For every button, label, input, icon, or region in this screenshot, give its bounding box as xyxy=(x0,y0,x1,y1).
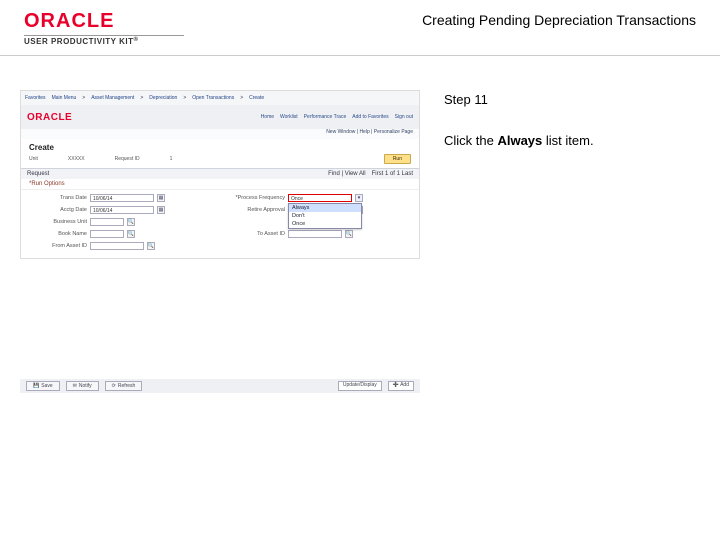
breadcrumb-item[interactable]: Favorites xyxy=(25,95,46,101)
business-unit-field: Business Unit 🔍 xyxy=(27,218,215,226)
topnav-signout[interactable]: Sign out xyxy=(395,114,413,120)
step-label: Step 11 xyxy=(444,90,700,111)
add-button[interactable]: ➕ Add xyxy=(388,381,414,391)
breadcrumb-item[interactable]: Create xyxy=(249,95,264,101)
lookup-icon[interactable]: 🔍 xyxy=(127,218,135,226)
calendar-icon[interactable] xyxy=(157,206,165,214)
process-freq-input[interactable]: Once xyxy=(288,194,352,202)
acctg-date-input[interactable]: 10/06/14 xyxy=(90,206,154,214)
update-display-button[interactable]: Update/Display xyxy=(338,381,382,391)
topnav-favorites[interactable]: Add to Favorites xyxy=(352,114,388,120)
upk-label: USER PRODUCTIVITY KIT® xyxy=(24,37,138,46)
breadcrumb: Favorites Main Menu > Asset Management >… xyxy=(21,91,419,105)
acctg-date-field: Acctg Date 10/06/14 xyxy=(27,206,215,214)
app-subbar[interactable]: New Window | Help | Personalize Page xyxy=(21,129,419,139)
breadcrumb-item[interactable]: Main Menu xyxy=(52,95,77,101)
retire-appr-label: Retire Approval xyxy=(225,207,285,213)
from-asset-field: From Asset ID 🔍 xyxy=(27,242,215,250)
instruction-bold: Always xyxy=(497,133,542,148)
topnav-worklist[interactable]: Worklist xyxy=(280,114,298,120)
form-grid: Trans Date 10/06/14 *Process Frequency O… xyxy=(21,190,419,258)
registered-mark: ® xyxy=(133,37,138,43)
topnav-trace[interactable]: Performance Trace xyxy=(304,114,347,120)
oracle-logo: ORACLE xyxy=(24,10,114,33)
app-oracle-logo: ORACLE xyxy=(27,112,72,123)
unit-value: XXXXX xyxy=(68,156,85,162)
book-name-field: Book Name 🔍 xyxy=(27,230,215,238)
process-freq-dropdown: Always Don't Once xyxy=(288,203,362,229)
trans-date-label: Trans Date xyxy=(27,195,87,201)
request-section-head: Request Find | View All First 1 of 1 Las… xyxy=(21,169,419,179)
acctg-date-label: Acctg Date xyxy=(27,207,87,213)
notify-button[interactable]: ✉ Notify xyxy=(66,381,99,391)
request-title: Request xyxy=(27,171,49,177)
process-freq-label: *Process Frequency xyxy=(225,195,285,201)
instruction-post: list item. xyxy=(542,133,593,148)
chevron-down-icon[interactable] xyxy=(355,194,363,202)
run-button[interactable]: Run xyxy=(384,154,411,164)
lookup-icon[interactable]: 🔍 xyxy=(345,230,353,238)
app-footer: 💾 Save ✉ Notify ⟳ Refresh Update/Display… xyxy=(20,379,420,393)
book-name-input[interactable] xyxy=(90,230,124,238)
reqid-label: Request ID xyxy=(115,156,140,162)
from-asset-label: From Asset ID xyxy=(27,243,87,249)
dropdown-option-dont[interactable]: Don't xyxy=(289,212,361,220)
business-unit-input[interactable] xyxy=(90,218,124,226)
refresh-button[interactable]: ⟳ Refresh xyxy=(105,381,143,391)
book-name-label: Book Name xyxy=(27,231,87,237)
trans-date-field: Trans Date 10/06/14 xyxy=(27,194,215,202)
to-asset-field: To Asset ID 🔍 xyxy=(225,230,413,238)
instruction-pre: Click the xyxy=(444,133,497,148)
calendar-icon[interactable] xyxy=(157,194,165,202)
unit-label: Unit xyxy=(29,156,38,162)
topnav-home[interactable]: Home xyxy=(261,114,274,120)
process-frequency-field: *Process Frequency Once Always Don't Onc… xyxy=(225,194,413,202)
page-title: Creating Pending Depreciation Transactio… xyxy=(422,10,696,28)
run-control-line: Unit XXXXX Request ID 1 Run xyxy=(21,152,419,168)
to-asset-label: To Asset ID xyxy=(225,231,285,237)
app-page-heading: Create xyxy=(21,139,419,152)
oracle-word: ORACLE xyxy=(24,10,114,32)
upk-text: USER PRODUCTIVITY KIT xyxy=(24,37,133,46)
reqid-value: 1 xyxy=(170,156,173,162)
app-topnav: Home Worklist Performance Trace Add to F… xyxy=(261,114,413,120)
lookup-icon[interactable]: 🔍 xyxy=(147,242,155,250)
instruction-text: Click the Always list item. xyxy=(444,131,700,152)
header-divider xyxy=(0,55,720,56)
from-asset-input[interactable] xyxy=(90,242,144,250)
trans-date-input[interactable]: 10/06/14 xyxy=(90,194,154,202)
breadcrumb-item[interactable]: Depreciation xyxy=(149,95,177,101)
dropdown-option-once[interactable]: Once xyxy=(289,220,361,228)
run-options-title: *Run Options xyxy=(21,179,419,190)
logo-divider xyxy=(24,35,184,36)
app-topbar: ORACLE Home Worklist Performance Trace A… xyxy=(21,105,419,129)
business-unit-label: Business Unit xyxy=(27,219,87,225)
screenshot: Favorites Main Menu > Asset Management >… xyxy=(20,90,420,259)
brand-block: ORACLE USER PRODUCTIVITY KIT® xyxy=(24,10,184,46)
breadcrumb-item[interactable]: Asset Management xyxy=(91,95,134,101)
lookup-icon[interactable]: 🔍 xyxy=(127,230,135,238)
find-controls[interactable]: Find | View All First 1 of 1 Last xyxy=(328,171,413,177)
breadcrumb-item[interactable]: Open Transactions xyxy=(192,95,234,101)
to-asset-input[interactable] xyxy=(288,230,342,238)
save-button[interactable]: 💾 Save xyxy=(26,381,60,391)
dropdown-option-always[interactable]: Always xyxy=(289,204,361,212)
